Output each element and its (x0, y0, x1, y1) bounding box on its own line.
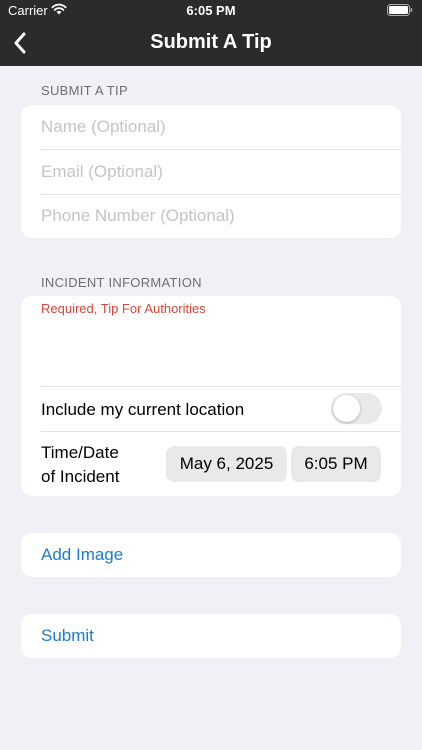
phone-row (41, 194, 401, 238)
add-image-label: Add Image (41, 545, 124, 564)
incident-info-card: Required, Tip For Authorities Include my… (21, 296, 401, 496)
divider (41, 386, 401, 387)
add-image-button[interactable]: Add Image (21, 533, 401, 577)
time-date-label-line1: Time/Date (41, 443, 119, 462)
incident-section-header: INCIDENT INFORMATION (41, 275, 202, 290)
clock-label: 6:05 PM (186, 3, 236, 18)
name-row (41, 105, 401, 149)
date-picker-button[interactable]: May 6, 2025 (166, 446, 287, 482)
name-field[interactable] (41, 105, 401, 149)
time-picker-button[interactable]: 6:05 PM (291, 446, 381, 482)
navigation-bar: Carrier 6:05 PM Submit A Tip (0, 0, 422, 66)
required-hint: Required, Tip For Authorities (41, 301, 206, 316)
phone-field[interactable] (41, 194, 401, 238)
contact-info-card (21, 105, 401, 238)
submit-button[interactable]: Submit (21, 614, 401, 658)
battery-icon (387, 4, 413, 16)
email-row (41, 150, 401, 194)
email-field[interactable] (41, 150, 401, 194)
toggle-knob (333, 395, 360, 422)
page-title: Submit A Tip (150, 31, 272, 53)
submit-tip-section-header: SUBMIT A TIP (41, 83, 128, 98)
divider (41, 431, 401, 432)
time-date-label-line2: of Incident (41, 467, 120, 486)
submit-label: Submit (41, 626, 94, 645)
include-location-label: Include my current location (41, 400, 245, 419)
include-location-toggle[interactable] (331, 393, 382, 424)
